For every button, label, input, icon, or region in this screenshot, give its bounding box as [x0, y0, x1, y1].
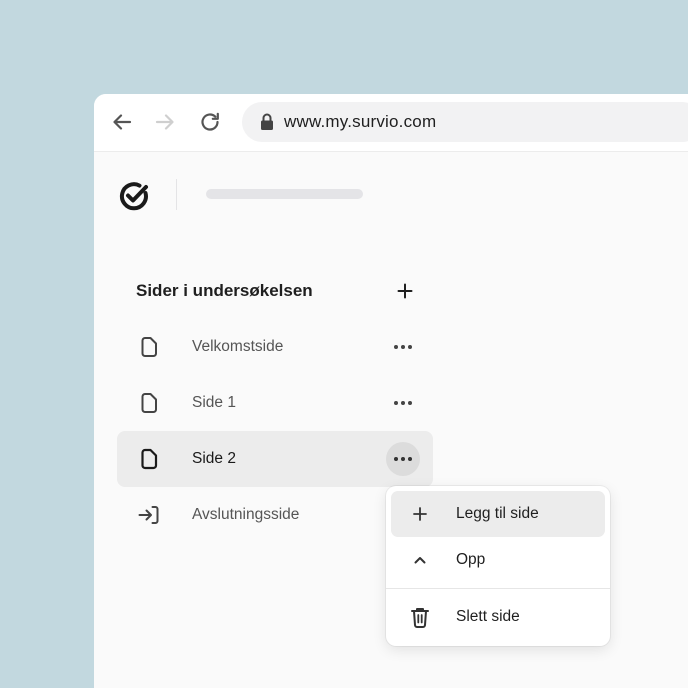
forward-button[interactable] [151, 108, 179, 136]
page-item-velkomstside[interactable]: Velkomstside [117, 319, 433, 375]
page-icon [141, 393, 157, 413]
page-item-label: Velkomstside [192, 338, 284, 355]
url-text: www.my.survio.com [284, 112, 437, 131]
menu-divider [386, 588, 610, 589]
address-bar[interactable]: www.my.survio.com [242, 102, 688, 142]
page-options-button[interactable] [386, 330, 420, 364]
title-placeholder-skeleton [206, 189, 363, 199]
more-dots-icon [394, 401, 412, 405]
browser-toolbar: www.my.survio.com [94, 94, 688, 152]
page-item-label: Side 1 [192, 394, 236, 411]
page-icon [141, 337, 157, 357]
forward-arrow-icon [155, 114, 174, 130]
browser-window: www.my.survio.com Sider i undersøkelsen … [94, 94, 688, 688]
more-dots-icon [394, 457, 412, 461]
menu-item-label: Slett side [456, 608, 520, 625]
exit-arrow-icon [138, 506, 159, 524]
lock-icon [261, 113, 273, 130]
chevron-up-icon [414, 557, 426, 564]
page-icon [141, 448, 158, 470]
add-page-button[interactable] [394, 280, 416, 302]
header-divider [176, 179, 177, 210]
plus-icon [413, 507, 427, 521]
reload-icon [201, 112, 219, 131]
pages-panel-title: Sider i undersøkelsen [136, 281, 313, 300]
page-context-menu: Legg til side Opp Slett side [386, 486, 610, 646]
menu-item-add-page[interactable]: Legg til side [391, 491, 605, 537]
more-dots-icon [394, 345, 412, 349]
page-item-label: Side 2 [192, 450, 236, 467]
page-item-label: Avslutningsside [192, 506, 300, 523]
back-arrow-icon [113, 114, 132, 130]
page-item-side-2[interactable]: Side 2 [117, 431, 433, 487]
survio-check-logo-icon [119, 182, 148, 211]
plus-icon [397, 283, 413, 299]
page-options-button[interactable] [386, 442, 420, 476]
reload-button[interactable] [196, 108, 224, 136]
back-button[interactable] [108, 108, 136, 136]
menu-item-label: Legg til side [456, 505, 539, 522]
menu-item-move-up[interactable]: Opp [391, 537, 605, 583]
menu-item-delete-page[interactable]: Slett side [391, 594, 605, 640]
page-item-side-1[interactable]: Side 1 [117, 375, 433, 431]
trash-icon [411, 608, 429, 628]
page-options-button[interactable] [386, 386, 420, 420]
menu-item-label: Opp [456, 551, 486, 568]
